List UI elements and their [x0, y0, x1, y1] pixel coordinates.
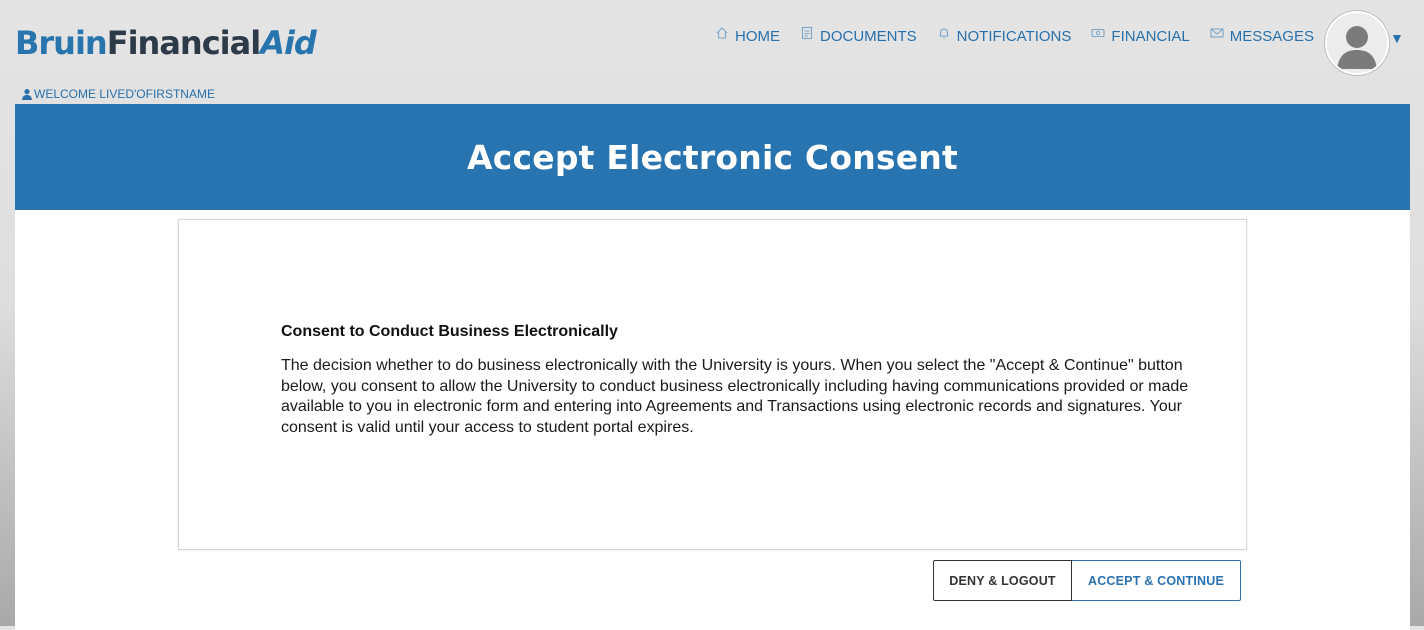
welcome-message: WELCOME LIVED'OFIRSTNAME [21, 87, 215, 101]
nav-item-notifications[interactable]: NOTIFICATIONS [937, 26, 1072, 45]
envelope-icon [1210, 26, 1224, 40]
consent-body: The decision whether to do business elec… [281, 357, 1189, 436]
nav-item-financial[interactable]: FINANCIAL [1091, 26, 1190, 45]
logo-part-bruin: Bruin [15, 24, 108, 62]
nav-label-financial: FINANCIAL [1111, 27, 1190, 45]
nav-label-home: HOME [735, 27, 780, 45]
consent-actions: DENY & LOGOUT ACCEPT & CONTINUE [933, 560, 1241, 601]
welcome-text: WELCOME LIVED'OFIRSTNAME [34, 87, 215, 101]
page-title: Accept Electronic Consent [467, 137, 958, 177]
user-silhouette-icon [1337, 26, 1377, 69]
avatar[interactable] [1325, 11, 1389, 75]
nav-item-messages[interactable]: MESSAGES [1210, 28, 1314, 45]
nav-label-notifications: NOTIFICATIONS [956, 27, 1072, 45]
main-nav: HOME DOCUMENTS NOTIFICATIONS FINANCIAL M… [715, 24, 1334, 48]
nav-item-home[interactable]: HOME [715, 26, 780, 45]
document-icon [800, 26, 814, 40]
deny-logout-button[interactable]: DENY & LOGOUT [933, 560, 1072, 601]
user-menu-caret-icon[interactable]: ▼ [1390, 30, 1404, 46]
logo-part-aid: Aid [260, 24, 317, 62]
nav-item-documents[interactable]: DOCUMENTS [800, 26, 917, 45]
user-icon [21, 88, 33, 100]
main-content: Consent to Conduct Business Electronical… [15, 210, 1410, 630]
nav-label-documents: DOCUMENTS [820, 27, 917, 45]
money-icon [1091, 26, 1105, 40]
consent-heading: Consent to Conduct Business Electronical… [281, 323, 618, 340]
logo[interactable]: BruinFinancialAid [15, 22, 317, 64]
home-icon [715, 26, 729, 40]
accept-continue-button[interactable]: ACCEPT & CONTINUE [1072, 560, 1241, 601]
logo-part-financial: Financial [106, 24, 261, 62]
page-banner: Accept Electronic Consent [15, 104, 1410, 210]
nav-label-messages: MESSAGES [1229, 27, 1314, 45]
bell-icon [937, 26, 951, 40]
consent-card: Consent to Conduct Business Electronical… [178, 219, 1247, 550]
